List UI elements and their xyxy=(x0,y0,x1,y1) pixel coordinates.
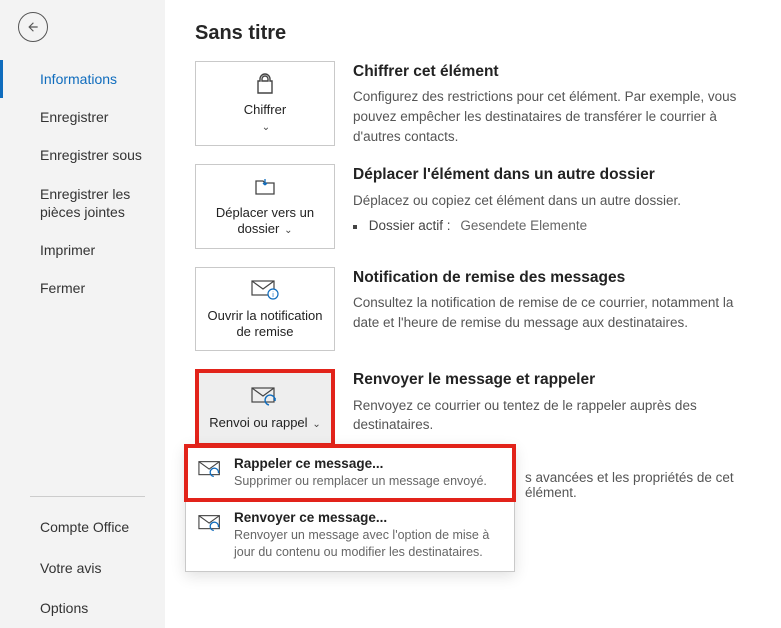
back-arrow-icon xyxy=(26,20,40,34)
nav-enregistrer-pieces-jointes[interactable]: Enregistrer les pièces jointes xyxy=(0,175,165,231)
nav-fermer[interactable]: Fermer xyxy=(0,269,165,307)
recall-dropdown: Rappeler ce message... Supprimer ou remp… xyxy=(185,445,515,572)
recall-desc: Renvoyez ce courrier ou tentez de le rap… xyxy=(353,396,761,435)
section-receipt: i Ouvrir la notification de remise Notif… xyxy=(195,267,761,352)
nav-imprimer[interactable]: Imprimer xyxy=(0,231,165,269)
move-meta-label: Dossier actif : xyxy=(369,218,451,233)
folder-move-icon xyxy=(251,175,279,199)
move-heading: Déplacer l'élément dans un autre dossier xyxy=(353,164,761,186)
encrypt-desc: Configurez des restrictions pour cet élé… xyxy=(353,87,761,146)
nav-enregistrer-sous[interactable]: Enregistrer sous xyxy=(0,136,165,174)
sidebar-nav: Informations Enregistrer Enregistrer sou… xyxy=(0,60,165,307)
page-title: Sans titre xyxy=(195,22,761,45)
tile-recall-label: Renvoi ou rappel xyxy=(209,415,307,430)
menu-resend-desc: Renvoyer un message avec l'option de mis… xyxy=(234,527,502,561)
nav-informations[interactable]: Informations xyxy=(0,60,165,98)
tile-receipt-label: Ouvrir la notification de remise xyxy=(202,308,328,341)
move-desc: Déplacez ou copiez cet élément dans un a… xyxy=(353,191,761,211)
menu-resend-message[interactable]: Renvoyer ce message... Renvoyer un messa… xyxy=(186,500,514,571)
sidebar: Informations Enregistrer Enregistrer sou… xyxy=(0,0,165,628)
lock-icon xyxy=(251,72,279,96)
tile-move[interactable]: Déplacer vers un dossier ⌄ xyxy=(195,164,335,249)
tile-recall[interactable]: Renvoi ou rappel ⌄ xyxy=(195,369,335,447)
nav-votre-avis[interactable]: Votre avis xyxy=(0,548,165,588)
tile-encrypt-label: Chiffrer xyxy=(244,102,286,117)
properties-desc-fragment: s avancées et les propriétés de cet élém… xyxy=(525,470,781,500)
nav-enregistrer[interactable]: Enregistrer xyxy=(0,98,165,136)
move-meta-value: Gesendete Elemente xyxy=(460,218,587,233)
section-recall: Renvoi ou rappel ⌄ Renvoyer le message e… xyxy=(195,369,761,447)
tile-encrypt[interactable]: Chiffrer ⌄ xyxy=(195,61,335,146)
move-meta: Dossier actif : Gesendete Elemente xyxy=(353,216,761,236)
chevron-down-icon: ⌄ xyxy=(262,122,270,133)
back-button[interactable] xyxy=(18,12,48,42)
envelope-recall-icon xyxy=(251,385,279,409)
receipt-desc: Consultez la notification de remise de c… xyxy=(353,293,761,332)
section-encrypt: Chiffrer ⌄ Chiffrer cet élément Configure… xyxy=(195,61,761,146)
chevron-down-icon: ⌄ xyxy=(281,225,292,236)
receipt-heading: Notification de remise des messages xyxy=(353,267,761,289)
menu-resend-title: Renvoyer ce message... xyxy=(234,510,502,525)
menu-recall-message[interactable]: Rappeler ce message... Supprimer ou remp… xyxy=(186,446,514,500)
nav-options[interactable]: Options xyxy=(0,588,165,628)
envelope-resend-icon xyxy=(198,513,224,535)
sidebar-divider xyxy=(30,496,145,497)
nav-compte-office[interactable]: Compte Office xyxy=(0,507,165,547)
envelope-info-icon: i xyxy=(251,278,279,302)
main-content: Sans titre Chiffrer ⌄ Chiffrer cet élémen… xyxy=(165,0,781,628)
envelope-recall-icon xyxy=(198,459,224,481)
tile-move-label: Déplacer vers un dossier xyxy=(216,205,314,236)
recall-heading: Renvoyer le message et rappeler xyxy=(353,369,761,391)
section-move: Déplacer vers un dossier ⌄ Déplacer l'él… xyxy=(195,164,761,249)
tile-receipt[interactable]: i Ouvrir la notification de remise xyxy=(195,267,335,352)
sidebar-bottom: Compte Office Votre avis Options xyxy=(0,507,165,628)
menu-recall-title: Rappeler ce message... xyxy=(234,456,487,471)
chevron-down-icon: ⌄ xyxy=(310,419,321,430)
encrypt-heading: Chiffrer cet élément xyxy=(353,61,761,83)
menu-recall-desc: Supprimer ou remplacer un message envoyé… xyxy=(234,473,487,490)
